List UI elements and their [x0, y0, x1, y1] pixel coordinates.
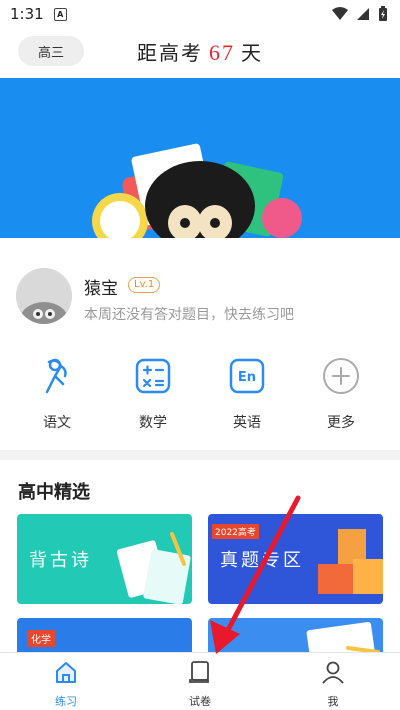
wifi-icon [332, 7, 348, 20]
banner[interactable] [0, 78, 400, 238]
subject-label: 语文 [43, 415, 71, 431]
tab-practice[interactable]: 练习 [26, 659, 106, 709]
featured-card-4[interactable] [208, 618, 383, 652]
profile-card: 猿宝 Lv.1 本周还没有答对题目，快去练习吧 语文 数学 En 英语 更多 [0, 238, 400, 450]
subject-label: 数学 [139, 415, 167, 431]
card-title: 背古诗 [29, 550, 92, 571]
subject-english[interactable]: En 英语 [212, 356, 282, 432]
subject-label: 英语 [233, 415, 261, 431]
status-bar: 1:31 A [0, 0, 400, 28]
monkey-avatar-icon [16, 268, 72, 324]
real-exam-card[interactable]: 2022高考 真题专区 [208, 514, 383, 604]
battery-icon [379, 6, 387, 21]
countdown-prefix: 距高考 [137, 41, 203, 65]
grade-selector-button[interactable]: 高三 [18, 36, 84, 66]
poem-book-illustration [116, 532, 191, 604]
scroll-icon [189, 661, 209, 683]
banner-illustration [92, 143, 302, 238]
tab-label: 练习 [55, 695, 77, 708]
section-title: 高中精选 [18, 482, 90, 503]
book-illustration [306, 621, 380, 652]
signal-icon [357, 8, 369, 20]
subject-grid: 语文 数学 En 英语 更多 [0, 356, 400, 431]
chinese-icon [45, 358, 67, 394]
tab-papers[interactable]: 试卷 [160, 659, 240, 709]
poem-card[interactable]: 背古诗 [17, 514, 192, 604]
subject-label: 更多 [327, 415, 355, 431]
exam-year-badge: 2022高考 [212, 524, 259, 539]
exam-ruler-illustration [318, 529, 383, 594]
header: 高三 距高考 67 天 [0, 28, 400, 78]
tab-me[interactable]: 我 [293, 659, 373, 709]
featured-section: 高中精选 背古诗 2022高考 真题专区 化学 [0, 460, 400, 652]
avatar[interactable] [16, 268, 72, 324]
bottom-tab-bar: 练习 试卷 我 [0, 652, 400, 710]
notification-a-icon: A [53, 7, 67, 21]
math-icon [135, 358, 171, 394]
status-time: 1:31 [10, 5, 44, 23]
chemistry-card[interactable]: 化学 [17, 618, 192, 652]
practice-hint: 本周还没有答对题目，快去练习吧 [84, 307, 294, 323]
exam-countdown: 距高考 67 天 [137, 37, 263, 66]
tab-label: 我 [327, 695, 339, 708]
status-icons [332, 6, 388, 22]
user-icon [322, 661, 344, 684]
username: 猿宝 [84, 279, 118, 299]
plus-icon [323, 358, 359, 394]
level-badge: Lv.1 [128, 277, 161, 293]
chemistry-badge: 化学 [27, 630, 55, 647]
english-icon: En [229, 358, 265, 394]
subject-more[interactable]: 更多 [306, 356, 376, 432]
subject-math[interactable]: 数学 [118, 356, 188, 432]
english-icon-text: En [238, 370, 256, 385]
countdown-suffix: 天 [241, 41, 263, 65]
tab-label: 试卷 [189, 695, 211, 708]
countdown-days: 67 [209, 40, 235, 65]
home-icon [56, 662, 76, 683]
card-title: 真题专区 [220, 550, 304, 571]
subject-chinese[interactable]: 语文 [22, 356, 92, 432]
